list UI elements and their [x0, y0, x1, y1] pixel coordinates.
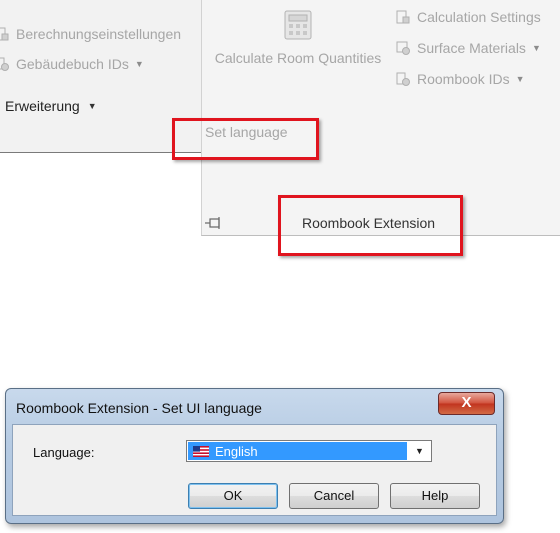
id-icon: [0, 57, 9, 71]
material-icon: [396, 41, 410, 55]
settings-icon: [396, 10, 410, 24]
language-label: Language:: [33, 445, 95, 460]
ribbon-item-gebaeudebuch-ids[interactable]: Gebäudebuch IDs ▼: [0, 56, 144, 72]
calculator-icon: [284, 10, 312, 40]
close-button[interactable]: X: [438, 392, 495, 415]
ribbon-item-label: Roombook IDs: [417, 71, 510, 87]
ribbon-panel-german: Berechnungseinstellungen Gebäudebuch IDs…: [0, 0, 201, 153]
pin-icon[interactable]: [204, 216, 222, 230]
ok-button[interactable]: OK: [188, 483, 278, 509]
chevron-down-icon: ▼: [134, 59, 144, 69]
help-button[interactable]: Help: [390, 483, 480, 509]
dialog-body: Language: English ▼ OK Cancel Help: [12, 424, 497, 516]
chevron-down-icon: ▼: [87, 101, 97, 111]
set-ui-language-dialog: Roombook Extension - Set UI language X L…: [5, 388, 504, 524]
language-value: English: [215, 443, 258, 459]
us-flag-icon: [193, 445, 209, 457]
calculate-room-quantities-button[interactable]: Calculate Room Quantities: [208, 8, 388, 66]
language-select[interactable]: English ▼: [186, 440, 432, 462]
ribbon-item-berechnungseinstellungen[interactable]: Berechnungseinstellungen: [0, 26, 181, 42]
highlight-set-language: [172, 118, 319, 160]
close-icon: X: [461, 394, 472, 411]
extension-label: Erweiterung: [5, 98, 80, 114]
ribbon-item-roombook-ids[interactable]: Roombook IDs ▼: [395, 71, 525, 87]
cancel-button[interactable]: Cancel: [289, 483, 379, 509]
ribbon-item-calculation-settings[interactable]: Calculation Settings: [395, 9, 541, 25]
chevron-down-icon[interactable]: ▼: [409, 442, 430, 460]
ribbon-item-label: Berechnungseinstellungen: [16, 26, 182, 42]
settings-icon: [0, 27, 9, 41]
dialog-title: Roombook Extension - Set UI language: [16, 400, 262, 416]
ribbon-item-label: Surface Materials: [417, 40, 526, 56]
calculate-label: Calculate Room Quantities: [214, 50, 382, 66]
ribbon-item-label: Gebäudebuch IDs: [16, 56, 129, 72]
ribbon-item-surface-materials[interactable]: Surface Materials ▼: [395, 40, 541, 56]
ribbon-item-label: Calculation Settings: [417, 9, 541, 25]
extension-dropdown[interactable]: Erweiterung ▼: [5, 98, 97, 114]
highlight-panel-title: [278, 195, 463, 256]
language-selected-value: English: [188, 442, 407, 460]
chevron-down-icon: ▼: [531, 43, 541, 53]
chevron-down-icon: ▼: [515, 74, 525, 84]
id-icon: [396, 72, 410, 86]
